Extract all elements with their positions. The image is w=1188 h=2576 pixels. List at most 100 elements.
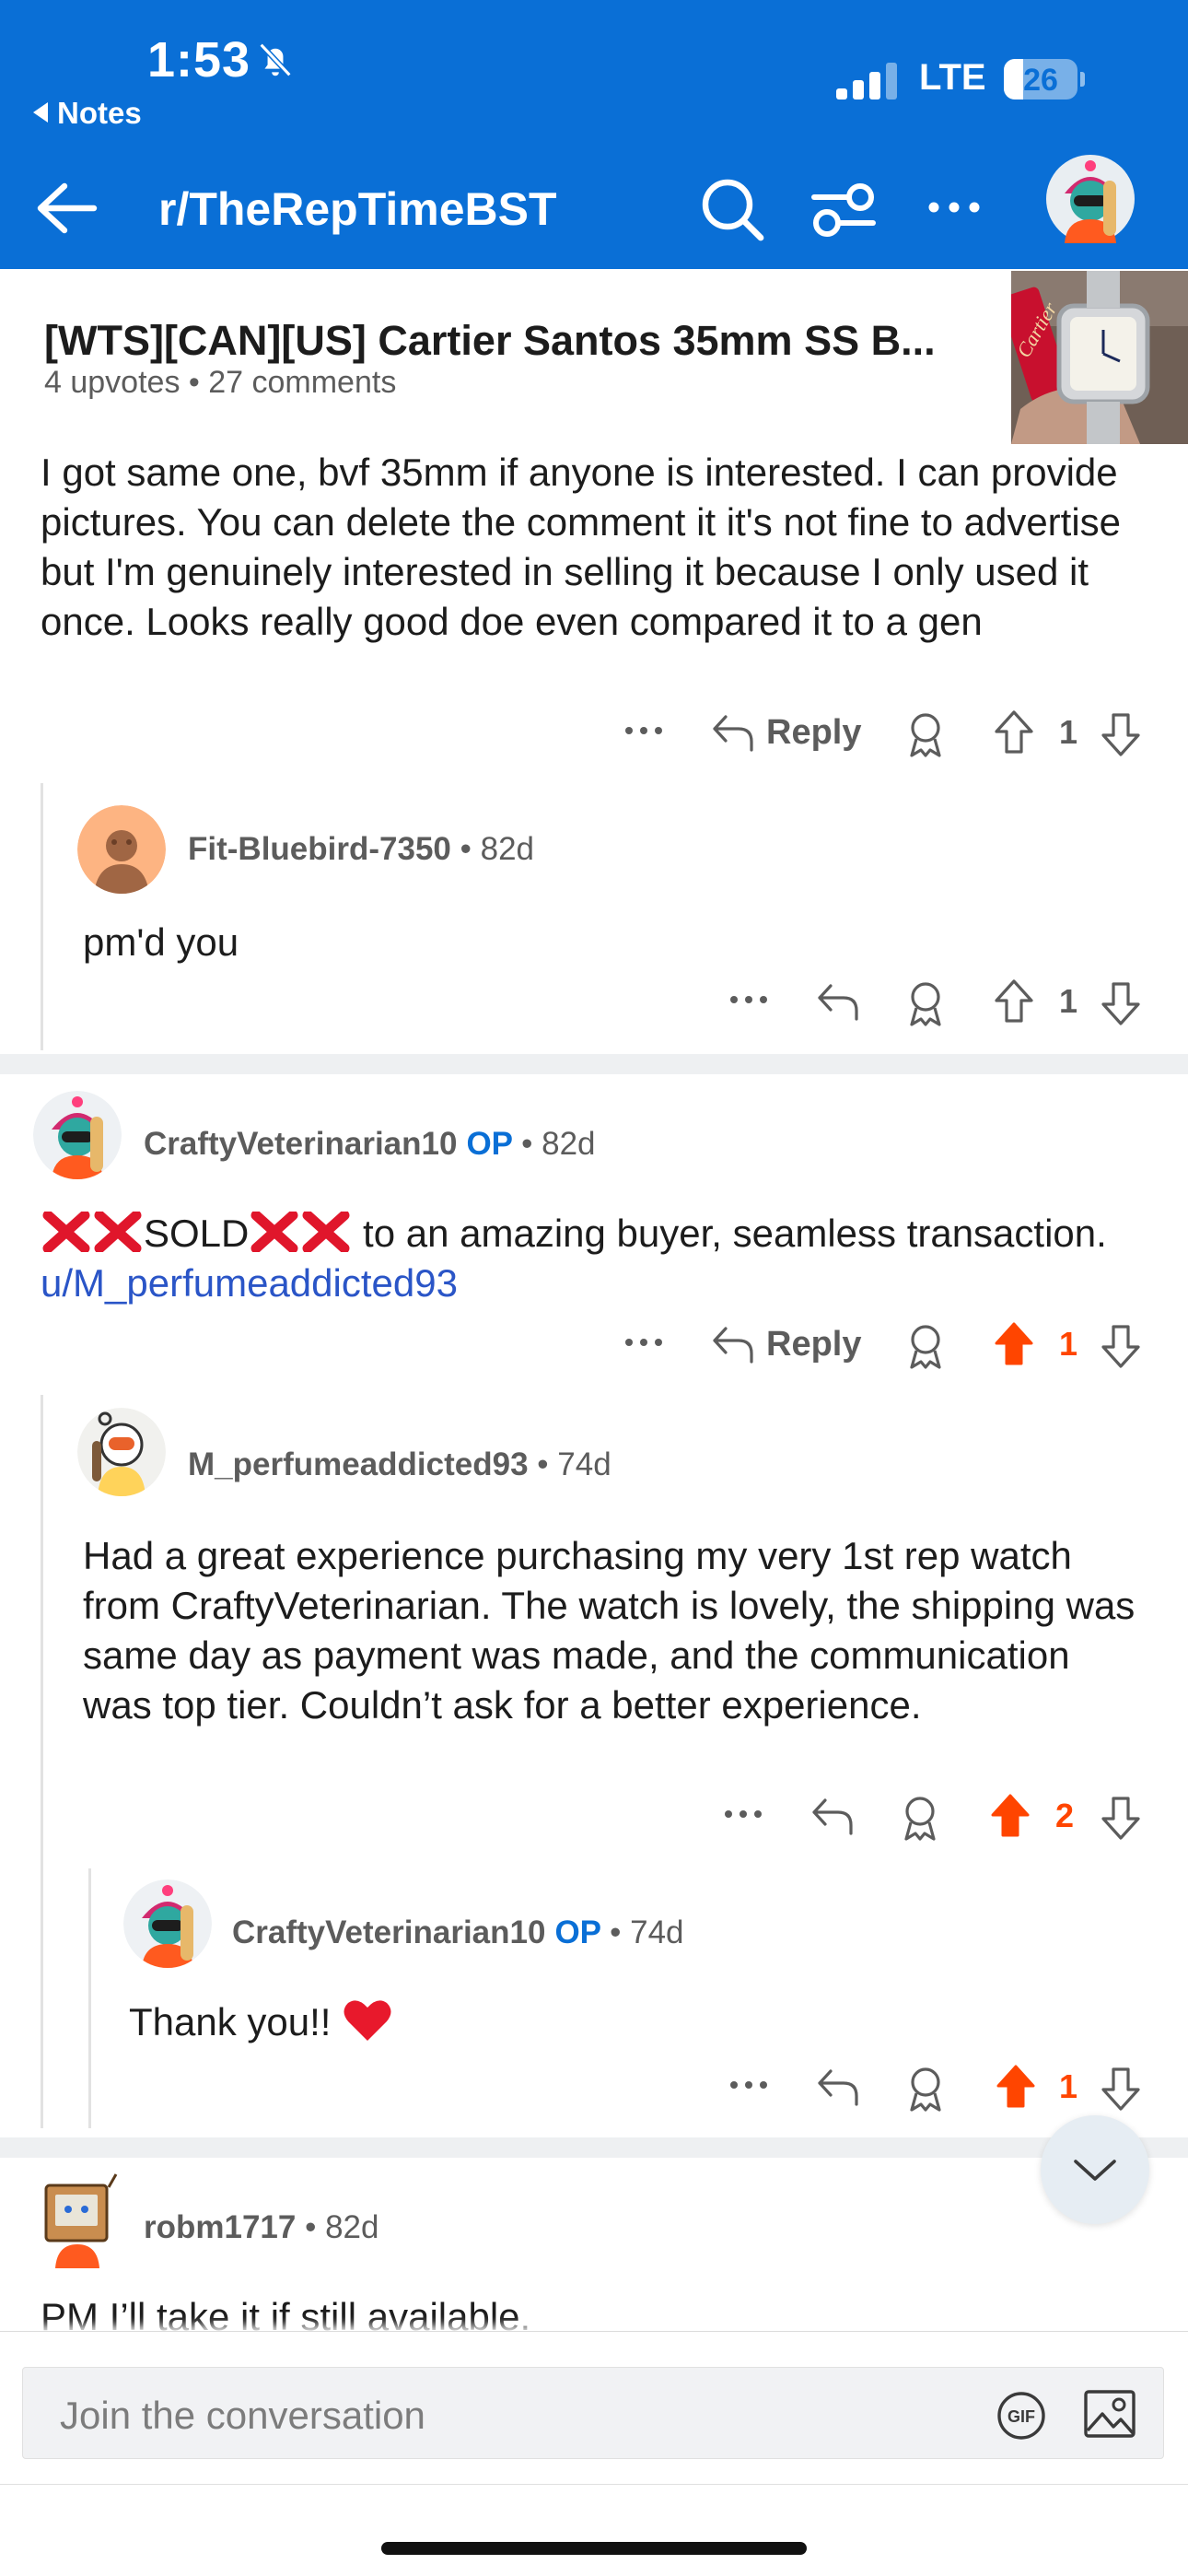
network-type: LTE <box>919 57 986 98</box>
join-conversation-input[interactable]: Join the conversation GIF <box>22 2367 1164 2459</box>
avatar[interactable] <box>33 1091 122 1179</box>
comment-6-username[interactable]: robm1717 • 82d <box>144 2209 379 2246</box>
reply-icon[interactable] <box>816 2067 860 2108</box>
back-triangle-icon <box>33 102 48 123</box>
comment-5-text: Thank you!! <box>129 1997 1050 2047</box>
comment-age: • 82d <box>521 1126 596 1162</box>
comment-2-username[interactable]: Fit-Bluebird-7350 • 82d <box>188 831 534 868</box>
upvote-icon-active[interactable] <box>995 2064 1037 2110</box>
comment-age: • 74d <box>610 1914 684 1950</box>
heart-icon <box>344 2000 391 2041</box>
op-badge: OP <box>554 1914 601 1950</box>
more-options-icon[interactable] <box>728 2071 770 2099</box>
cross-mark-icon <box>42 1210 90 1254</box>
avatar[interactable] <box>123 1879 212 1968</box>
comment-3-text: SOLD to an amazing buyer, seamless trans… <box>41 1209 1146 1308</box>
downvote-icon[interactable] <box>1100 2066 1142 2112</box>
avatar[interactable] <box>77 805 166 894</box>
comment-4-text: Had a great experience purchasing my ver… <box>83 1534 1136 1727</box>
battery-nub <box>1080 72 1085 87</box>
award-icon[interactable] <box>899 1795 941 1843</box>
back-app-label: Notes <box>57 96 142 130</box>
op-badge: OP <box>466 1126 513 1162</box>
vote-count: 1 <box>1059 713 1078 751</box>
comment-3-username[interactable]: CraftyVeterinarian10 OP • 82d <box>144 1126 596 1163</box>
comment-4-actions: 2 <box>722 1791 1147 1846</box>
image-upload-icon[interactable] <box>1082 2386 1137 2441</box>
reply-button[interactable]: Reply <box>766 713 861 753</box>
comment-2-actions: 1 <box>728 977 1147 1032</box>
subreddit-title[interactable]: r/TheRepTimeBST <box>158 182 557 236</box>
comment-age: • 74d <box>537 1446 611 1482</box>
user-mention-link[interactable]: u/M_perfumeaddicted93 <box>41 1261 458 1305</box>
top-bar: 1:53 Notes LTE 26 r/TheRepTimeBST <box>0 0 1188 269</box>
comment-2-text: pm'd you <box>83 920 239 964</box>
vote-count: 2 <box>1055 1797 1075 1834</box>
status-time: 1:53 <box>147 32 251 88</box>
reply-button[interactable]: Reply <box>766 1325 861 1364</box>
search-icon[interactable] <box>700 177 764 241</box>
battery-percent: 26 <box>1023 63 1058 98</box>
cell-signal-icon <box>836 63 897 100</box>
gif-label: GIF <box>1007 2407 1035 2426</box>
upvote-icon[interactable] <box>993 709 1035 755</box>
upvote-icon-active[interactable] <box>989 1793 1031 1839</box>
comment-5-username[interactable]: CraftyVeterinarian10 OP • 74d <box>232 1914 684 1951</box>
comment-body-text: to an amazing buyer, seamless transactio… <box>352 1212 1107 1255</box>
more-options-icon[interactable] <box>728 986 770 1013</box>
thread-line <box>41 1395 43 2128</box>
username-text[interactable]: CraftyVeterinarian10 <box>232 1914 545 1950</box>
back-to-app-link[interactable]: Notes <box>33 96 142 131</box>
reply-icon[interactable] <box>711 1325 755 1365</box>
composer-separator <box>0 2484 1188 2485</box>
cross-mark-icon <box>302 1210 350 1254</box>
home-indicator[interactable] <box>381 2542 807 2555</box>
comment-1-actions: Reply 1 <box>623 708 1147 763</box>
more-options-icon[interactable] <box>925 193 984 221</box>
downvote-icon[interactable] <box>1100 1795 1142 1841</box>
reply-icon[interactable] <box>711 713 755 754</box>
upvote-icon[interactable] <box>993 978 1035 1025</box>
award-icon[interactable] <box>904 2066 947 2113</box>
comment-4-username[interactable]: M_perfumeaddicted93 • 74d <box>188 1446 611 1483</box>
comment-body-text: Thank you!! <box>129 2000 343 2043</box>
thread-line <box>41 783 43 1050</box>
thread-line <box>88 1868 91 2128</box>
post-header[interactable]: [WTS][CAN][US] Cartier Santos 35mm SS B.… <box>0 269 1188 448</box>
battery-indicator: 26 <box>1004 59 1085 100</box>
more-options-icon[interactable] <box>722 1800 764 1828</box>
username-text[interactable]: robm1717 <box>144 2209 296 2245</box>
filter-icon[interactable] <box>810 181 877 240</box>
vote-count: 1 <box>1059 2067 1078 2105</box>
more-options-icon[interactable] <box>623 717 665 744</box>
user-avatar-icon[interactable] <box>1044 153 1136 245</box>
reply-icon[interactable] <box>816 982 860 1023</box>
downvote-icon[interactable] <box>1100 711 1142 757</box>
award-icon[interactable] <box>904 1323 947 1371</box>
gif-icon[interactable]: GIF <box>996 2390 1047 2441</box>
bell-off-icon <box>259 42 292 77</box>
comment-5-actions: 1 <box>728 2062 1147 2117</box>
comment-age: • 82d <box>305 2209 379 2245</box>
username-text[interactable]: Fit-Bluebird-7350 <box>188 831 451 867</box>
username-text[interactable]: CraftyVeterinarian10 <box>144 1126 457 1162</box>
back-arrow-icon[interactable] <box>35 181 98 236</box>
chevron-down-icon <box>1074 2160 1116 2181</box>
award-icon[interactable] <box>904 980 947 1028</box>
downvote-icon[interactable] <box>1100 980 1142 1026</box>
cross-mark-icon <box>94 1210 142 1254</box>
more-options-icon[interactable] <box>623 1329 665 1356</box>
thread-divider <box>0 2137 1188 2158</box>
avatar[interactable] <box>33 2167 122 2268</box>
post-title[interactable]: [WTS][CAN][US] Cartier Santos 35mm SS B.… <box>44 317 936 365</box>
avatar[interactable] <box>77 1408 166 1496</box>
collapse-thread-button[interactable] <box>1041 2115 1149 2224</box>
username-text[interactable]: M_perfumeaddicted93 <box>188 1446 529 1482</box>
upvote-icon-active[interactable] <box>993 1321 1035 1367</box>
post-thumbnail[interactable]: Cartier <box>1011 271 1188 444</box>
comment-3-actions: Reply 1 <box>623 1319 1147 1375</box>
reply-icon[interactable] <box>810 1797 855 1837</box>
downvote-icon[interactable] <box>1100 1323 1142 1369</box>
award-icon[interactable] <box>904 711 947 759</box>
cross-mark-icon <box>250 1210 298 1254</box>
